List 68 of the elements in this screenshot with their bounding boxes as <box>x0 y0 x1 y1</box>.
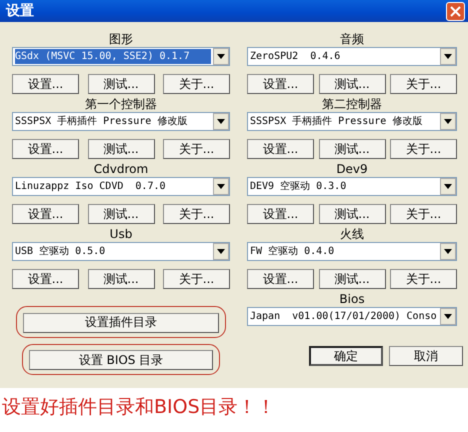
plugin-label: Usb <box>108 227 134 242</box>
dropdown-button[interactable] <box>440 48 456 65</box>
dropdown[interactable]: GSdx (MSVC 15.00, SSE2) 0.1.7 <box>12 47 230 66</box>
plugin-label: 图形 <box>108 32 134 47</box>
plugin-button[interactable]: 测试... <box>88 269 154 289</box>
caret-icon <box>217 249 225 254</box>
plugin-label: 音频 <box>339 32 365 47</box>
plugin-button[interactable]: 关于... <box>390 74 457 94</box>
window-title: 设置 <box>6 2 34 20</box>
plugin-button[interactable]: 设置... <box>12 204 79 224</box>
plugin-button[interactable]: 设置... <box>12 269 79 289</box>
caret-icon <box>217 184 225 189</box>
dropdown[interactable]: DEV9 空驱动 0.3.0 <box>247 177 457 196</box>
dropdown-button[interactable] <box>440 308 456 325</box>
dropdown-button[interactable] <box>213 178 229 195</box>
plugin-button[interactable]: 测试... <box>88 204 154 224</box>
plugin-button[interactable]: 关于... <box>390 139 457 159</box>
dropdown[interactable]: USB 空驱动 0.5.0 <box>12 242 230 261</box>
plugin-button[interactable]: 设置... <box>247 139 314 159</box>
dialog-button[interactable]: 取消 <box>389 346 463 366</box>
dropdown[interactable]: ZeroSPU2 0.4.6 <box>247 47 457 66</box>
plugin-button[interactable]: 关于... <box>163 269 230 289</box>
plugin-button[interactable]: 设置... <box>247 204 314 224</box>
caret-icon <box>444 184 452 189</box>
plugin-button[interactable]: 测试... <box>88 74 154 94</box>
close-button[interactable] <box>446 2 465 20</box>
caret-icon <box>444 314 452 319</box>
dropdown[interactable]: SSSPSX 手柄插件 Pressure 修改版 <box>12 112 230 131</box>
caret-icon <box>444 54 452 59</box>
plugin-button[interactable]: 关于... <box>390 204 457 224</box>
caret-icon <box>217 119 225 124</box>
caption: 设置好插件目录和BIOS目录！！ <box>1 395 277 420</box>
plugin-label: Cdvdrom <box>92 162 150 177</box>
plugin-label: 第二控制器 <box>321 97 383 112</box>
dropdown-button[interactable] <box>440 243 456 260</box>
plugin-button[interactable]: 关于... <box>163 74 230 94</box>
plugin-button[interactable]: 测试... <box>318 139 386 159</box>
plugin-button[interactable]: 关于... <box>390 269 457 289</box>
plugin-button[interactable]: 设置... <box>247 74 314 94</box>
dropdown[interactable]: Linuzappz Iso CDVD 0.7.0 <box>12 177 230 196</box>
dropdown-button[interactable] <box>213 243 229 260</box>
plugin-button[interactable]: 测试... <box>88 139 154 159</box>
plugin-label: 第一个控制器 <box>84 97 158 112</box>
dropdown-button[interactable] <box>213 48 229 65</box>
directory-button[interactable]: 设置 BIOS 目录 <box>29 350 213 370</box>
plugin-button[interactable]: 关于... <box>163 204 230 224</box>
plugin-label: 火线 <box>339 227 365 242</box>
plugin-button[interactable]: 测试... <box>318 269 386 289</box>
directory-button[interactable]: 设置插件目录 <box>23 312 219 332</box>
caret-icon <box>444 249 452 254</box>
plugin-label: Dev9 <box>335 162 369 177</box>
caret-icon <box>217 54 225 59</box>
dropdown[interactable]: FW 空驱动 0.4.0 <box>247 242 457 261</box>
dialog-button[interactable]: 确定 <box>309 346 383 366</box>
dropdown[interactable]: Japan v01.00(17/01/2000) Conso <box>247 307 457 326</box>
bios-label: Bios <box>338 292 366 307</box>
plugin-button[interactable]: 设置... <box>247 269 314 289</box>
dropdown-button[interactable] <box>440 113 456 130</box>
caret-icon <box>444 119 452 124</box>
close-icon <box>450 6 461 16</box>
plugin-button[interactable]: 测试... <box>318 74 386 94</box>
plugin-button[interactable]: 关于... <box>163 139 230 159</box>
dropdown[interactable]: SSSPSX 手柄插件 Pressure 修改版 <box>247 112 457 131</box>
dropdown-button[interactable] <box>213 113 229 130</box>
plugin-button[interactable]: 测试... <box>318 204 386 224</box>
dropdown-button[interactable] <box>440 178 456 195</box>
plugin-button[interactable]: 设置... <box>12 74 79 94</box>
plugin-button[interactable]: 设置... <box>12 139 79 159</box>
